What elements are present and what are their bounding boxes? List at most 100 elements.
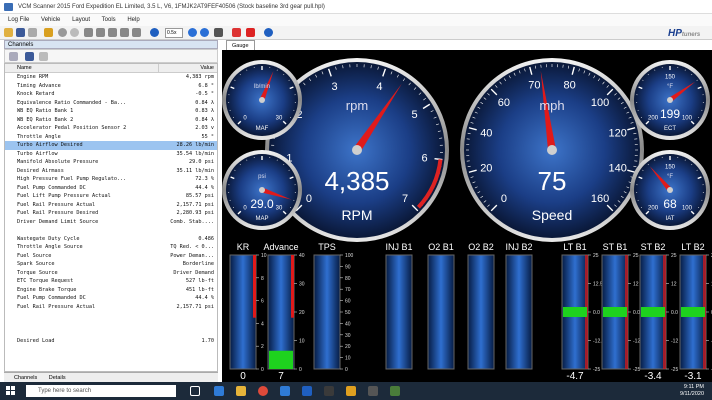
channel-row[interactable]: Throttle Angle 55 ° — [5, 133, 217, 142]
channel-row[interactable]: Desired Load 1.70 — [5, 337, 217, 346]
menu-vehicle[interactable]: Vehicle — [41, 17, 60, 23]
stop-icon[interactable] — [70, 28, 79, 37]
channel-row[interactable]: Fuel Source Power Deman... — [5, 252, 217, 261]
channel-value: 2,157.71 psi — [176, 303, 214, 310]
table-icon[interactable] — [246, 28, 255, 37]
tab-channels[interactable]: Channels — [14, 375, 37, 381]
channel-row[interactable]: Fuel Rail Pressure Actual 2,157.71 psi — [5, 201, 217, 210]
tab-gauge[interactable]: Gauge — [226, 40, 255, 50]
channel-row[interactable]: Wastegate Duty Cycle 0.486 — [5, 235, 217, 244]
channel-row[interactable]: Knock Retard -0.5 ° — [5, 90, 217, 99]
edge-icon[interactable] — [214, 386, 224, 396]
mail-icon[interactable] — [302, 386, 312, 396]
bar-fill — [269, 350, 293, 369]
channel-row[interactable]: WB EQ Ratio Bank 2 0.84 λ — [5, 116, 217, 125]
channel-row[interactable]: Fuel Rail Pressure Desired 2,280.93 psi — [5, 209, 217, 218]
menu-log-file[interactable]: Log File — [8, 17, 29, 23]
menu-help[interactable]: Help — [127, 17, 139, 23]
play-icon[interactable] — [150, 28, 159, 37]
channel-row[interactable]: Fuel Lift Pump Pressure Actual 85.57 psi — [5, 192, 217, 201]
channel-name: Fuel Rail Pressure Desired — [17, 210, 99, 216]
gauge-map: 0 30psi29.0MAP — [222, 150, 302, 230]
bar-scale-label: -25 — [633, 367, 640, 373]
step-back-icon[interactable] — [108, 28, 117, 37]
taskbar-search-input[interactable]: Type here to search — [26, 385, 176, 397]
record-icon[interactable] — [58, 28, 67, 37]
store-icon[interactable] — [280, 386, 290, 396]
gauge-tick-label: 200 — [648, 115, 659, 121]
save-icon[interactable] — [16, 28, 25, 37]
tab-details[interactable]: Details — [49, 375, 66, 381]
bar-st-b1: ST B1 25 12 0.0 -12 -25 — [601, 242, 640, 373]
channel-row[interactable]: Equivalence Ratio Commanded - Ba... 0.84 … — [5, 99, 217, 108]
channel-row[interactable]: ETC Torque Request 527 lb-ft — [5, 277, 217, 286]
channel-select-icon[interactable] — [9, 52, 18, 61]
bar-o2-b1: O2 B1 — [427, 242, 455, 370]
zoom-in-icon[interactable] — [188, 28, 197, 37]
channel-name: Accelerator Pedal Position Sensor 2 — [17, 125, 127, 131]
step-forward-icon[interactable] — [120, 28, 129, 37]
bar-scale-label: 70 — [345, 287, 351, 293]
channel-row[interactable]: Driver Demand Limit Source Comb. Stab.... — [5, 218, 217, 227]
channel-row[interactable]: High Pressure Fuel Pump Regulato... 72.3 … — [5, 175, 217, 184]
playback-speed-select[interactable]: 0.5x — [165, 28, 183, 38]
channel-row[interactable]: Torque Source Driver Demand — [5, 269, 217, 278]
chart-icon[interactable] — [232, 28, 241, 37]
chrome-icon[interactable] — [258, 386, 268, 396]
gauge-tick-label: 4 — [376, 81, 382, 93]
menu-tools[interactable]: Tools — [102, 17, 116, 23]
channel-save-icon[interactable] — [25, 52, 34, 61]
vcm-scanner-taskbar-icon[interactable] — [346, 386, 356, 396]
channels-panel-header: Channels — [4, 40, 218, 49]
column-name-header[interactable]: Name — [5, 64, 159, 72]
rewind-icon[interactable] — [96, 28, 105, 37]
channel-row[interactable]: WB EQ Ratio Bank 1 0.83 λ — [5, 107, 217, 116]
bar-scale-label: 0.0 — [633, 310, 640, 316]
channel-row[interactable]: Engine RPM 4,383 rpm — [5, 73, 217, 82]
print-icon[interactable] — [28, 28, 37, 37]
app-xtd-icon[interactable] — [324, 386, 334, 396]
channel-row[interactable]: Fuel Pump Commanded DC 44.4 % — [5, 184, 217, 193]
channel-row[interactable]: Fuel Rail Pressure Actual 2,157.71 psi — [5, 303, 217, 312]
bar-track — [385, 254, 413, 370]
open-folder-icon[interactable] — [4, 28, 13, 37]
task-view-icon[interactable] — [190, 386, 200, 396]
channel-row[interactable] — [5, 226, 217, 235]
channel-row[interactable] — [5, 320, 217, 329]
channel-name: Turbo Airflow — [17, 150, 58, 157]
channel-row[interactable]: Spark Source Borderline — [5, 260, 217, 269]
channels-title: Channels — [8, 42, 34, 48]
channel-row[interactable]: Turbo Airflow Desired 28.26 lb/min — [5, 141, 217, 150]
app-icon-2[interactable] — [368, 386, 378, 396]
bar-scale-label: 30 — [345, 333, 351, 339]
bar-scale-label: 25 — [671, 253, 677, 259]
zoom-out-icon[interactable] — [200, 28, 209, 37]
connect-icon[interactable] — [44, 28, 53, 37]
channel-row[interactable] — [5, 311, 217, 320]
channel-options-icon[interactable] — [39, 52, 48, 61]
channel-value — [155, 320, 217, 329]
fast-forward-icon[interactable] — [132, 28, 141, 37]
channel-row[interactable]: Fuel Pump Commanded DC 44.4 % — [5, 294, 217, 303]
skip-back-icon[interactable] — [84, 28, 93, 37]
brand-suffix: tuners — [681, 32, 701, 38]
app-icon — [4, 3, 13, 11]
layout-icon[interactable] — [214, 28, 223, 37]
channel-row[interactable]: Accelerator Pedal Position Sensor 2 2.03 … — [5, 124, 217, 133]
system-tray-clock[interactable]: 9:11 PM 9/11/2020 — [680, 384, 704, 398]
channel-row[interactable]: Throttle Angle Source TQ Red. < 0... — [5, 243, 217, 252]
windows-start-icon[interactable] — [6, 386, 16, 396]
channel-row[interactable]: Timing Advance 6.8 ° — [5, 82, 217, 91]
needle-hub — [667, 187, 673, 193]
column-value-header[interactable]: Value — [159, 64, 217, 72]
help-icon[interactable] — [264, 28, 273, 37]
bar-scale-label: 25 — [633, 253, 639, 259]
menu-layout[interactable]: Layout — [72, 17, 90, 23]
channel-row[interactable] — [5, 328, 217, 337]
app-icon-3[interactable] — [390, 386, 400, 396]
channel-row[interactable]: Manifold Absolute Pressure 29.0 psi — [5, 158, 217, 167]
channel-row[interactable]: Turbo Airflow 35.54 lb/min — [5, 150, 217, 159]
channel-row[interactable]: Desired Airmass 35.11 lb/min — [5, 167, 217, 176]
channel-row[interactable]: Engine Brake Torque 451 lb-ft — [5, 286, 217, 295]
file-explorer-icon[interactable] — [236, 386, 246, 396]
